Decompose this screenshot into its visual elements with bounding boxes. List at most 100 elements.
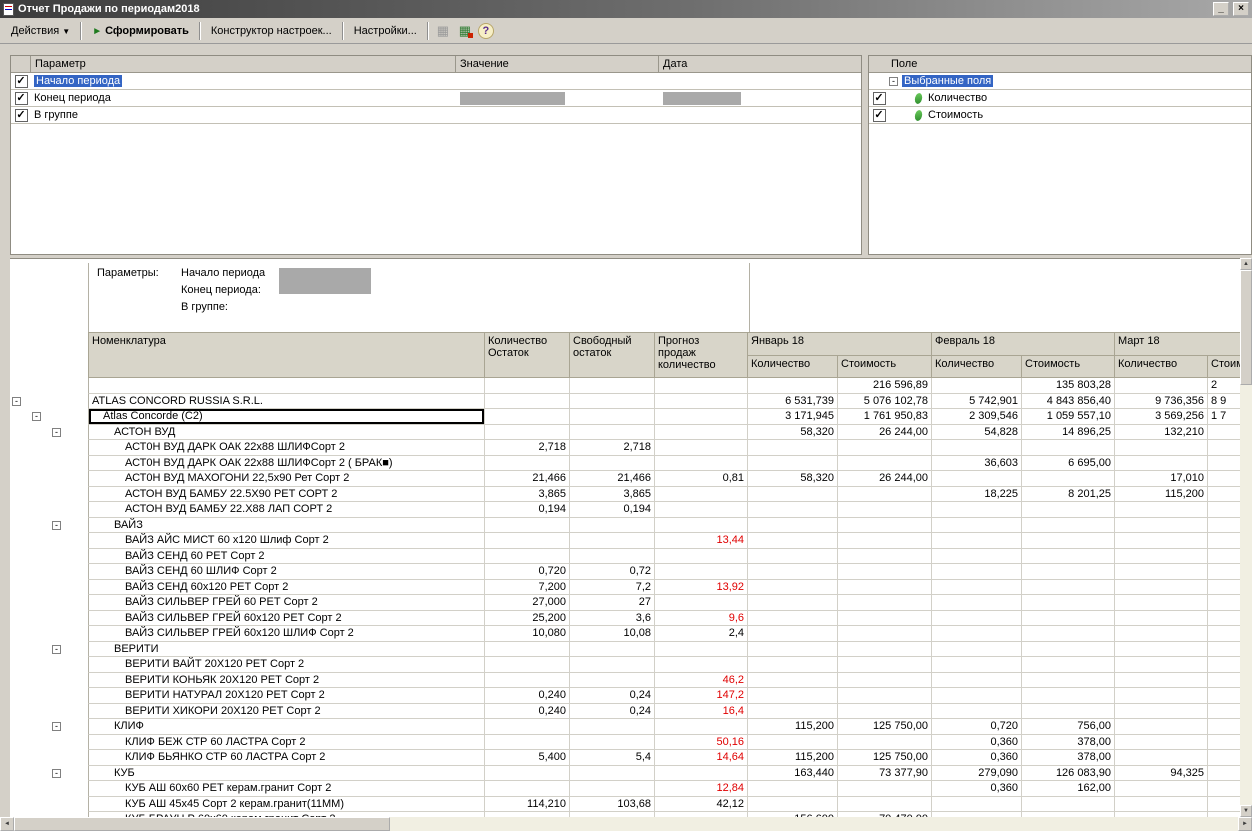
report-cell-feb_s[interactable] bbox=[1022, 688, 1115, 704]
report-cell-svob[interactable] bbox=[570, 409, 655, 425]
report-cell-svob[interactable]: 0,24 bbox=[570, 688, 655, 704]
report-cell-jan_k[interactable]: 115,200 bbox=[748, 719, 838, 735]
report-cell-mar_k[interactable] bbox=[1115, 564, 1208, 580]
report-cell-jan_k[interactable] bbox=[748, 657, 838, 673]
report-cell-ost[interactable]: 21,466 bbox=[485, 471, 570, 487]
report-cell-prog[interactable] bbox=[655, 518, 748, 534]
generate-button[interactable]: ►Сформировать bbox=[85, 21, 196, 41]
report-cell-name[interactable]: КЛИФ БЕЖ СТР 60 ЛАСТРА Сорт 2 bbox=[88, 735, 485, 751]
report-cell-name[interactable]: КУБ АШ 60х60 РЕТ керам.гранит Сорт 2 bbox=[88, 781, 485, 797]
parameter-label-cell[interactable]: Начало периода bbox=[31, 75, 456, 87]
report-row[interactable]: КУБ АШ 60х60 РЕТ керам.гранит Сорт 2 12,8… bbox=[10, 781, 1240, 797]
settings-constructor-button[interactable]: Конструктор настроек... bbox=[204, 21, 339, 41]
report-cell-prog[interactable]: 13,92 bbox=[655, 580, 748, 596]
report-cell-mar_k[interactable] bbox=[1115, 626, 1208, 642]
report-cell-mar_k[interactable] bbox=[1115, 580, 1208, 596]
report-cell-mar_k[interactable] bbox=[1115, 378, 1208, 394]
field-checkbox[interactable]: ✓ bbox=[873, 92, 886, 105]
report-cell-feb_k[interactable] bbox=[932, 673, 1022, 689]
report-cell-mar_s[interactable] bbox=[1208, 440, 1240, 456]
report-cell-ost[interactable] bbox=[485, 456, 570, 472]
collapse-icon[interactable]: - bbox=[52, 428, 61, 437]
report-cell-feb_s[interactable] bbox=[1022, 580, 1115, 596]
report-cell-prog[interactable]: 2,4 bbox=[655, 626, 748, 642]
report-cell-mar_s[interactable] bbox=[1208, 549, 1240, 565]
report-row[interactable]: КЛИФ БЬЯНКО СТР 60 ЛАСТРА Сорт 25,4005,4… bbox=[10, 750, 1240, 766]
report-cell-prog[interactable] bbox=[655, 657, 748, 673]
report-cell-name[interactable]: АСТОН ВУД bbox=[88, 425, 485, 441]
report-cell-jan_k[interactable] bbox=[748, 595, 838, 611]
report-row[interactable]: АСТ0Н ВУД МАХОГОНИ 22,5х90 Рет Сорт 221,… bbox=[10, 471, 1240, 487]
report-cell-jan_k[interactable] bbox=[748, 456, 838, 472]
report-cell-ost[interactable] bbox=[485, 394, 570, 410]
report-cell-feb_k[interactable] bbox=[932, 626, 1022, 642]
parameter-row[interactable]: ✓Конец периода bbox=[11, 90, 861, 107]
report-cell-mar_s[interactable] bbox=[1208, 580, 1240, 596]
report-cell-svob[interactable]: 3,865 bbox=[570, 487, 655, 503]
report-cell-mar_s[interactable]: 1 7 bbox=[1208, 409, 1240, 425]
report-cell-name[interactable]: ВЕРИТИ bbox=[88, 642, 485, 658]
report-cell-jan_s[interactable] bbox=[838, 518, 932, 534]
report-row[interactable]: ВАЙЗ СИЛЬВЕР ГРЕЙ 60х120 РЕТ Сорт 225,20… bbox=[10, 611, 1240, 627]
report-cell-feb_s[interactable]: 756,00 bbox=[1022, 719, 1115, 735]
scroll-right-icon[interactable]: ► bbox=[1238, 817, 1252, 831]
report-cell-svob[interactable]: 27 bbox=[570, 595, 655, 611]
report-cell-prog[interactable] bbox=[655, 502, 748, 518]
report-cell-feb_s[interactable] bbox=[1022, 533, 1115, 549]
report-cell-mar_s[interactable] bbox=[1208, 564, 1240, 580]
report-cell-jan_s[interactable] bbox=[838, 549, 932, 565]
report-cell-jan_k[interactable]: 163,440 bbox=[748, 766, 838, 782]
report-row[interactable]: ВЕРИТИ ВАЙТ 20Х120 РЕТ Сорт 2 bbox=[10, 657, 1240, 673]
report-cell-ost[interactable] bbox=[485, 549, 570, 565]
report-cell-name[interactable]: АСТ0Н ВУД ДАРК ОАК 22х88 ШЛИФСорт 2 bbox=[88, 440, 485, 456]
report-row[interactable]: ВЕРИТИ ХИКОРИ 20Х120 РЕТ Сорт 20,2400,24… bbox=[10, 704, 1240, 720]
report-cell-feb_s[interactable] bbox=[1022, 704, 1115, 720]
report-cell-ost[interactable]: 0,720 bbox=[485, 564, 570, 580]
report-cell-prog[interactable]: 16,4 bbox=[655, 704, 748, 720]
report-cell-svob[interactable] bbox=[570, 518, 655, 534]
report-cell-feb_k[interactable]: 54,828 bbox=[932, 425, 1022, 441]
report-cell-jan_s[interactable] bbox=[838, 502, 932, 518]
report-cell-feb_k[interactable]: 279,090 bbox=[932, 766, 1022, 782]
minimize-button[interactable]: _ bbox=[1213, 2, 1229, 16]
report-cell-name[interactable]: Atlas Concorde (C2) bbox=[88, 409, 485, 425]
report-cell-jan_k[interactable] bbox=[748, 440, 838, 456]
report-cell-feb_k[interactable] bbox=[932, 642, 1022, 658]
report-cell-name[interactable]: ВАЙЗ СЕНД 60 РЕТ Сорт 2 bbox=[88, 549, 485, 565]
report-cell-mar_k[interactable] bbox=[1115, 611, 1208, 627]
report-cell-svob[interactable] bbox=[570, 657, 655, 673]
report-cell-jan_k[interactable] bbox=[748, 704, 838, 720]
report-cell-jan_k[interactable] bbox=[748, 564, 838, 580]
report-cell-name[interactable]: КЛИФ БЬЯНКО СТР 60 ЛАСТРА Сорт 2 bbox=[88, 750, 485, 766]
report-row[interactable]: ВАЙЗ СЕНД 60 ШЛИФ Сорт 20,7200,72 bbox=[10, 564, 1240, 580]
report-cell-svob[interactable] bbox=[570, 642, 655, 658]
report-cell-mar_k[interactable]: 3 569,256 bbox=[1115, 409, 1208, 425]
report-cell-jan_k[interactable] bbox=[748, 487, 838, 503]
vertical-scrollbar[interactable]: ▲ ▼ bbox=[1240, 258, 1252, 817]
report-cell-ost[interactable] bbox=[485, 735, 570, 751]
report-cell-mar_k[interactable] bbox=[1115, 797, 1208, 813]
report-cell-feb_k[interactable] bbox=[932, 595, 1022, 611]
report-cell-prog[interactable]: 12,84 bbox=[655, 781, 748, 797]
report-cell-feb_k[interactable] bbox=[932, 580, 1022, 596]
report-cell-jan_k[interactable] bbox=[748, 378, 838, 394]
report-cell-jan_k[interactable]: 3 171,945 bbox=[748, 409, 838, 425]
report-cell-prog[interactable] bbox=[655, 487, 748, 503]
report-cell-jan_s[interactable] bbox=[838, 611, 932, 627]
report-cell-jan_s[interactable] bbox=[838, 797, 932, 813]
report-cell-ost[interactable]: 25,200 bbox=[485, 611, 570, 627]
report-row[interactable]: -ATLAS CONCORD RUSSIA S.R.L.6 531,7395 0… bbox=[10, 394, 1240, 410]
report-cell-feb_s[interactable] bbox=[1022, 657, 1115, 673]
report-cell-jan_s[interactable] bbox=[838, 595, 932, 611]
report-cell-name[interactable]: ВАЙЗ СЕНД 60х120 РЕТ Сорт 2 bbox=[88, 580, 485, 596]
report-cell-jan_s[interactable] bbox=[838, 688, 932, 704]
report-cell-name[interactable] bbox=[88, 378, 485, 394]
report-cell-mar_k[interactable] bbox=[1115, 735, 1208, 751]
report-cell-mar_k[interactable]: 17,010 bbox=[1115, 471, 1208, 487]
report-cell-name[interactable]: ВЕРИТИ ХИКОРИ 20Х120 РЕТ Сорт 2 bbox=[88, 704, 485, 720]
parameter-date-cell[interactable] bbox=[659, 92, 861, 105]
report-cell-jan_k[interactable]: 58,320 bbox=[748, 425, 838, 441]
report-cell-mar_s[interactable] bbox=[1208, 642, 1240, 658]
report-cell-jan_s[interactable] bbox=[838, 626, 932, 642]
report-cell-feb_s[interactable] bbox=[1022, 595, 1115, 611]
